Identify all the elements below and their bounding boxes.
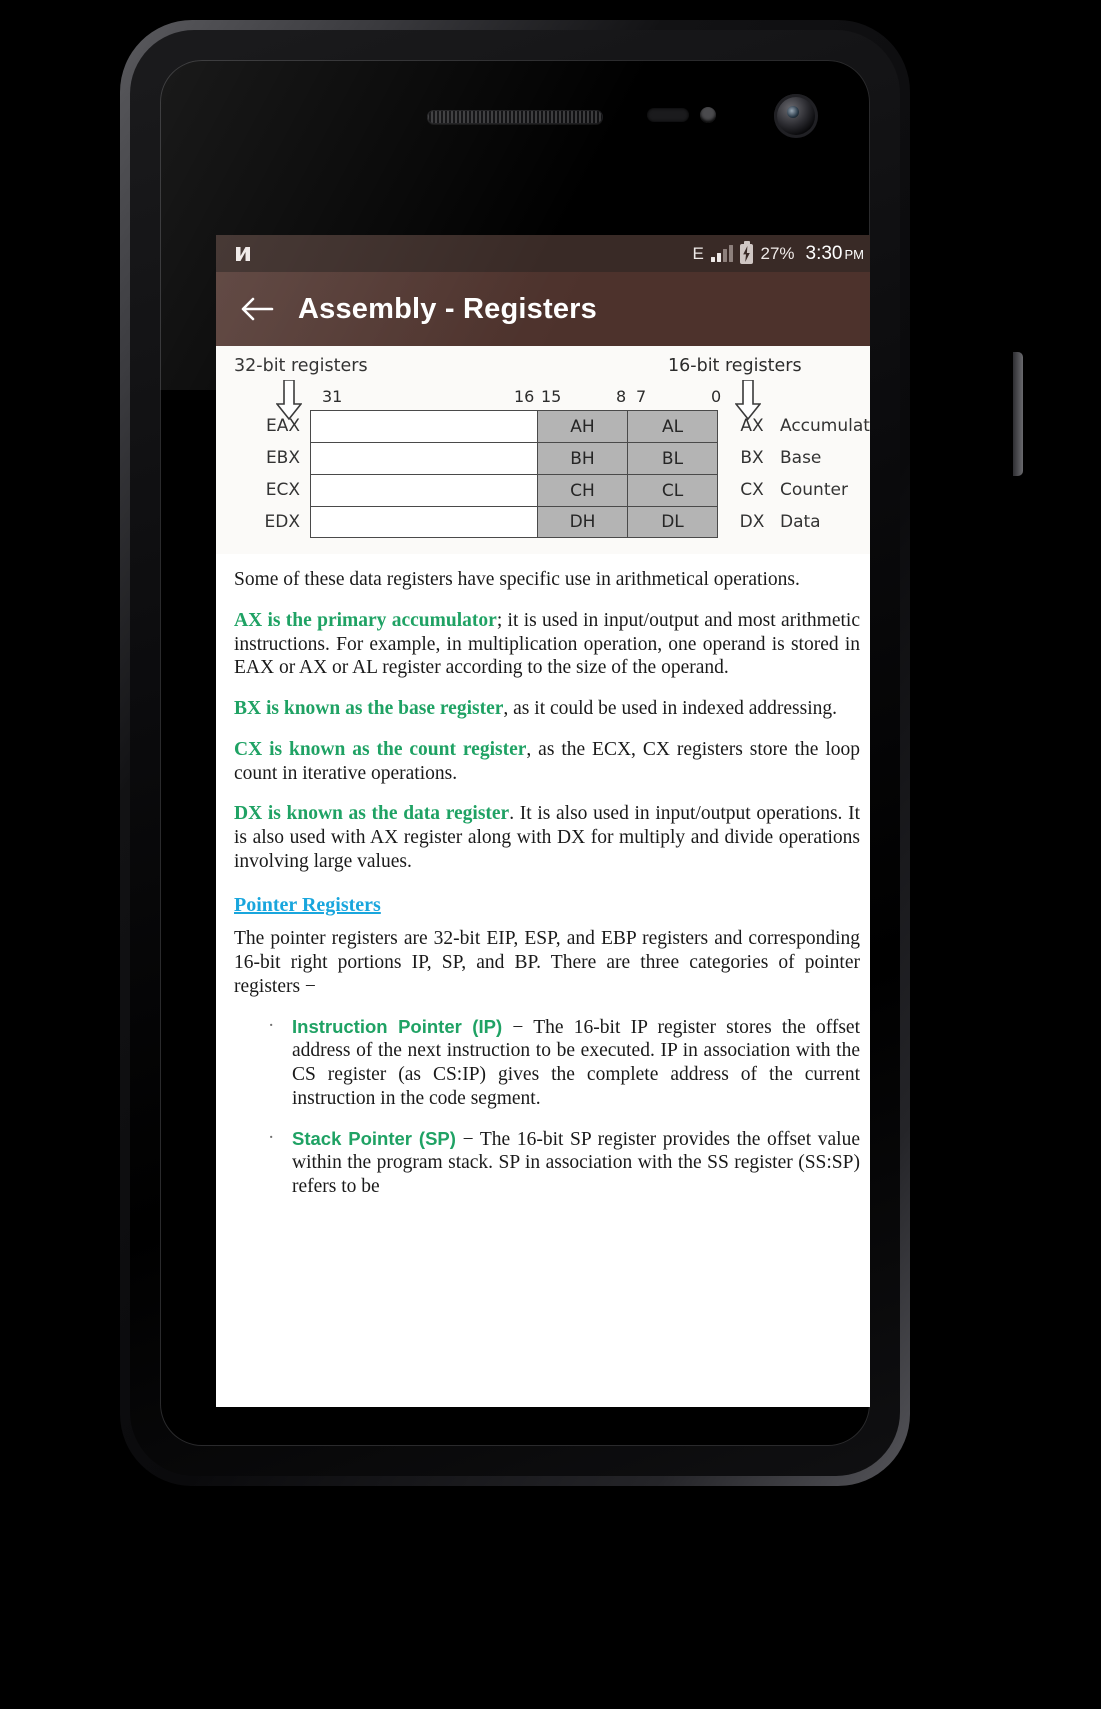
- highlight-ax: AX is the primary accumulator: [234, 609, 497, 631]
- register-high-byte: DH: [538, 506, 628, 538]
- light-sensor-icon: [700, 107, 716, 123]
- proximity-sensor-icon: [647, 108, 689, 122]
- register-name-32: EAX: [265, 416, 300, 436]
- register-high-byte: CH: [538, 474, 628, 506]
- arrow-left-icon: [241, 297, 274, 321]
- phone-device-frame: E 27% 3:30 PM Assembly - Registers 32-bi…: [120, 20, 1023, 1486]
- signal-bars-icon: [710, 245, 734, 262]
- diagram-label-32bit: 32-bit registers: [234, 356, 368, 376]
- register-name-16: DX: [739, 512, 765, 532]
- register-low-byte: CL: [628, 474, 718, 506]
- list-item: Stack Pointer (SP) − The 16-bit SP regis…: [268, 1126, 860, 1199]
- highlight-cx: CX is known as the count register: [234, 738, 527, 760]
- register-row: EDX DH DL DX Data: [258, 506, 870, 538]
- network-type-label: E: [692, 243, 704, 263]
- register-upper-cell: [310, 474, 538, 506]
- phone-screen: E 27% 3:30 PM Assembly - Registers 32-bi…: [216, 235, 870, 1407]
- diagram-label-16bit: 16-bit registers: [668, 356, 802, 376]
- clock-time: 3:30: [805, 242, 843, 264]
- register-name-32: ECX: [265, 480, 300, 500]
- register-description: Accumulator: [780, 416, 870, 436]
- bit-label-31: 31: [322, 387, 343, 406]
- page-title: Assembly - Registers: [298, 292, 597, 325]
- bit-label-15: 15: [541, 387, 562, 406]
- highlight-dx: DX is known as the data register: [234, 803, 510, 825]
- status-bar-right-group: E 27% 3:30 PM: [692, 240, 864, 265]
- pointer-register-list: Instruction Pointer (IP) − The 16-bit IP…: [234, 1014, 860, 1199]
- paragraph-bx-rest: , as it could be used in indexed address…: [503, 698, 838, 720]
- register-upper-cell: [310, 506, 538, 538]
- paragraph-dx: DX is known as the data register. It is …: [234, 802, 860, 873]
- register-row: EAX AH AL AX Accumulator: [258, 410, 870, 442]
- bullet-term-ip: Instruction Pointer (IP): [292, 1015, 503, 1037]
- paragraph-bx: BX is known as the base register, as it …: [234, 697, 860, 721]
- article-content[interactable]: 32-bit registers 16-bit registers 31 16: [216, 346, 870, 1407]
- paragraph-pointer-intro: The pointer registers are 32-bit EIP, ES…: [234, 928, 860, 997]
- register-low-byte: BL: [628, 442, 718, 474]
- front-camera-icon: [774, 94, 818, 138]
- bit-label-0: 0: [711, 387, 722, 406]
- section-heading-wrap: Pointer Registers: [234, 891, 860, 923]
- register-low-byte: DL: [628, 506, 718, 538]
- paragraph-cx: CX is known as the count register, as th…: [234, 738, 860, 786]
- article-body: Some of these data registers have specif…: [216, 554, 870, 1199]
- bit-label-16: 16: [514, 387, 535, 406]
- list-item: Instruction Pointer (IP) − The 16-bit IP…: [268, 1014, 860, 1111]
- register-name-32: EDX: [264, 512, 300, 532]
- earpiece-speaker-icon: [427, 110, 603, 124]
- register-row: EBX BH BL BX Base: [258, 442, 870, 474]
- register-description: Data: [780, 512, 821, 532]
- battery-percent-label: 27%: [760, 243, 795, 263]
- status-bar-clock: 3:30 PM: [806, 243, 864, 265]
- phone-inner-bezel: E 27% 3:30 PM Assembly - Registers 32-bi…: [130, 30, 900, 1476]
- section-heading-pointer-registers[interactable]: Pointer Registers: [234, 893, 381, 917]
- register-description: Counter: [780, 480, 848, 500]
- register-upper-cell: [310, 442, 538, 474]
- paragraph-ax: AX is the primary accumulator; it is use…: [234, 609, 860, 680]
- register-low-byte: AL: [628, 410, 718, 442]
- screenshot-root: E 27% 3:30 PM Assembly - Registers 32-bi…: [0, 0, 1101, 1709]
- clock-ampm: PM: [844, 246, 865, 262]
- content-bottom-fade: [216, 1292, 870, 1407]
- register-name-16: AX: [740, 416, 764, 436]
- paragraph-intro: Some of these data registers have specif…: [234, 569, 800, 590]
- register-upper-cell: [310, 410, 538, 442]
- phone-glass: E 27% 3:30 PM Assembly - Registers 32-bi…: [160, 60, 870, 1446]
- register-name-16: CX: [740, 480, 764, 500]
- status-bar: E 27% 3:30 PM: [216, 235, 870, 272]
- register-high-byte: AH: [538, 410, 628, 442]
- bullet-term-sp: Stack Pointer (SP): [292, 1127, 456, 1149]
- back-button[interactable]: [230, 282, 284, 336]
- register-rows: EAX AH AL AX Accumulator EBX: [258, 410, 870, 538]
- app-bar: Assembly - Registers: [216, 272, 870, 346]
- register-diagram: 32-bit registers 16-bit registers 31 16: [216, 346, 870, 554]
- android-n-logo-icon: [232, 243, 254, 265]
- power-button[interactable]: [1013, 352, 1023, 476]
- battery-charging-icon: [740, 240, 754, 264]
- register-name-32: EBX: [265, 448, 300, 468]
- diagram-bit-numbers: 31 16 15 8 7 0: [216, 387, 870, 407]
- bit-label-8: 8: [616, 387, 627, 406]
- register-description: Base: [780, 448, 822, 468]
- register-row: ECX CH CL CX Counter: [258, 474, 870, 506]
- bit-label-7: 7: [636, 387, 647, 406]
- register-high-byte: BH: [538, 442, 628, 474]
- highlight-bx: BX is known as the base register: [234, 698, 504, 720]
- register-name-16: BX: [740, 448, 764, 468]
